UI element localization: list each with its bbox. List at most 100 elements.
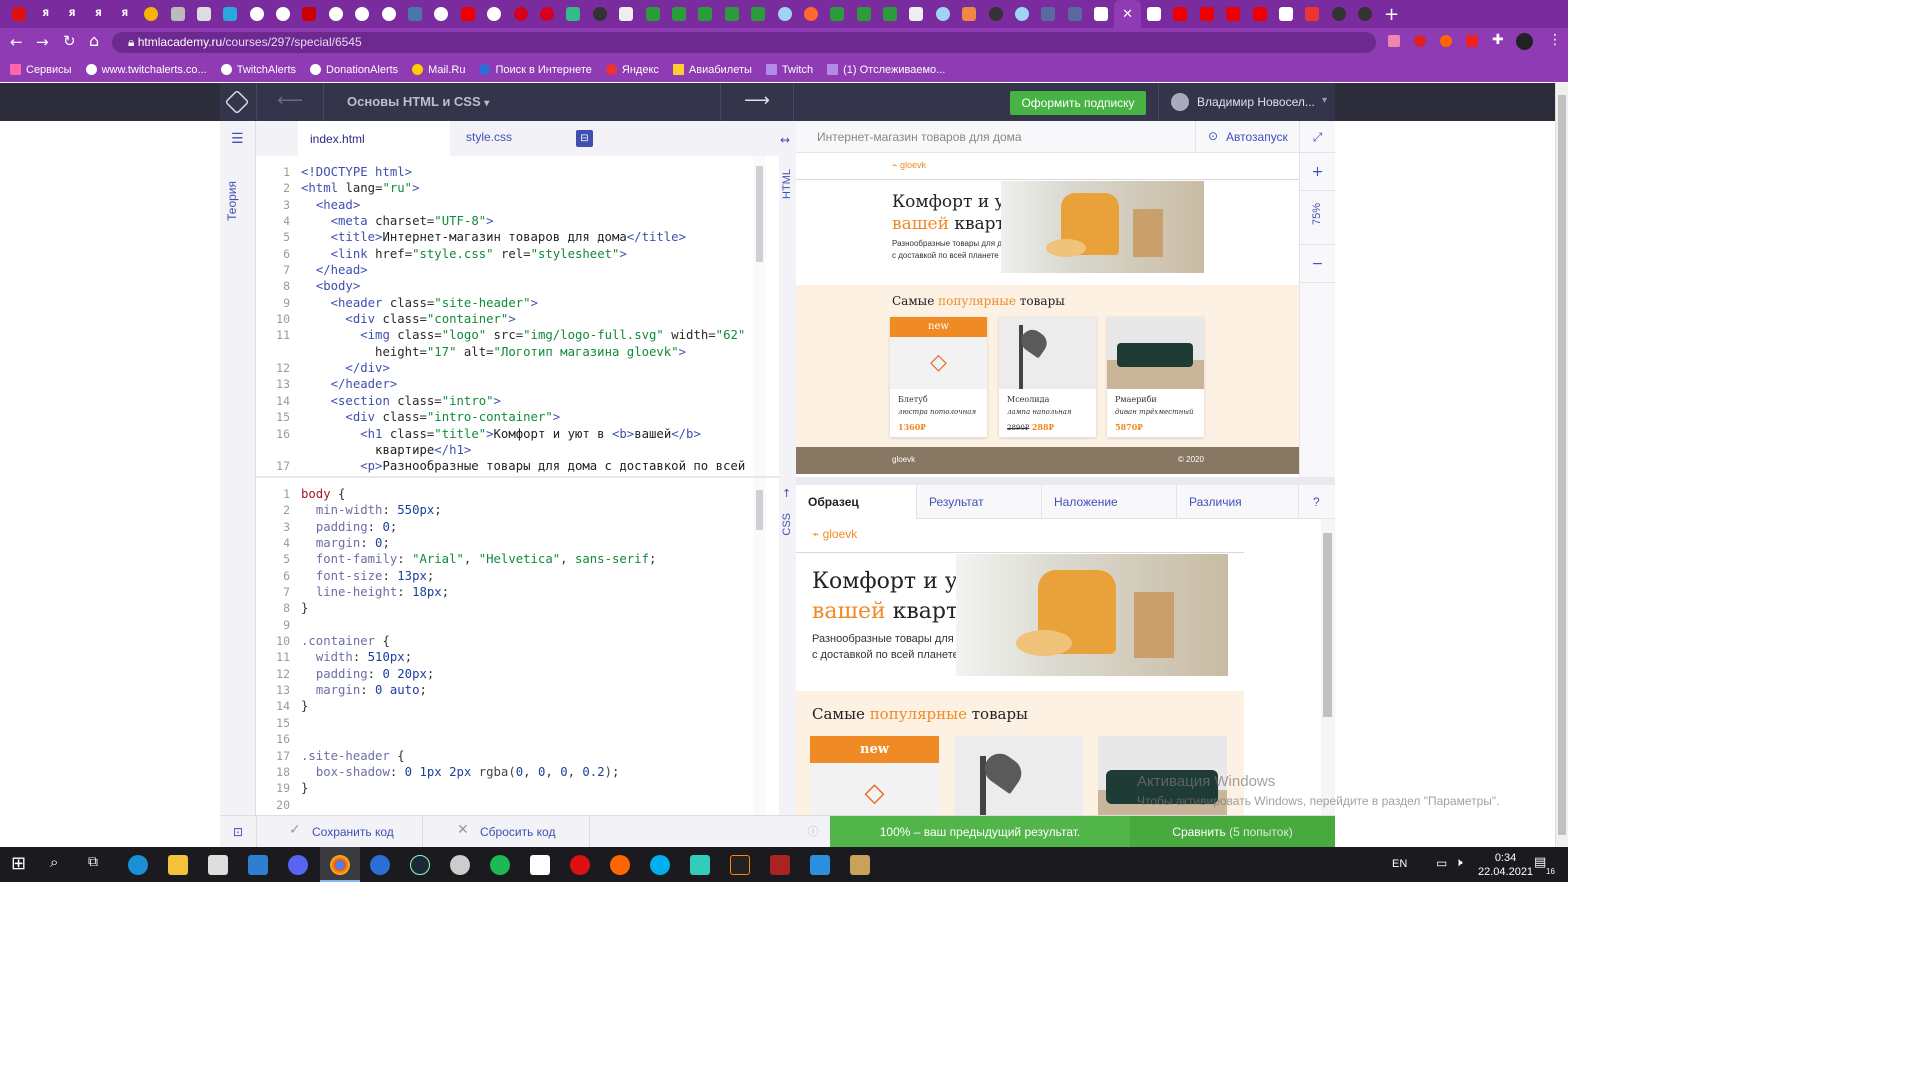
- browser-tab[interactable]: [639, 0, 665, 28]
- page-scrollbar[interactable]: [1555, 83, 1568, 847]
- file-explorer-icon[interactable]: [168, 855, 188, 875]
- app-icon[interactable]: [850, 855, 870, 875]
- swap-icon[interactable]: ↔: [780, 133, 790, 147]
- browser-tab[interactable]: [1273, 0, 1299, 28]
- browser-tab[interactable]: [323, 0, 349, 28]
- html-editor-label[interactable]: HTML: [781, 169, 793, 199]
- browser-tab[interactable]: [402, 0, 428, 28]
- extension-icon[interactable]: [1414, 35, 1426, 47]
- bookmark-item[interactable]: DonationAlerts: [310, 64, 398, 76]
- browser-tab[interactable]: [1194, 0, 1220, 28]
- bookmark-item[interactable]: www.twitchalerts.co...: [85, 64, 207, 76]
- browser-tab[interactable]: [217, 0, 243, 28]
- menu-kebab-icon[interactable]: ⋮: [1548, 32, 1562, 48]
- edge-icon[interactable]: [128, 855, 148, 875]
- opera-icon[interactable]: [570, 855, 590, 875]
- browser-tab[interactable]: [1035, 0, 1061, 28]
- bookmark-item[interactable]: TwitchAlerts: [220, 64, 296, 76]
- css-editor-scrollbar[interactable]: [753, 478, 766, 815]
- html-editor[interactable]: 1 2 3 4 5 6 7 8 9 10 11 12 13 14 15 16 17 <!DOCTYPE html…: [256, 156, 766, 476]
- html-editor-scrollbar-thumb[interactable]: [756, 166, 763, 262]
- vscode-icon[interactable]: [810, 855, 830, 875]
- bookmark-item[interactable]: Поиск в Интернете: [479, 64, 592, 76]
- url-field[interactable]: 🔒︎ htmlacademy.ru/courses/297/special/65…: [112, 32, 1376, 53]
- browser-tab[interactable]: [587, 0, 613, 28]
- browser-tab[interactable]: [798, 0, 824, 28]
- app-icon[interactable]: [770, 855, 790, 875]
- browser-tab[interactable]: [6, 0, 32, 28]
- clock[interactable]: 0:34 22.04.2021: [1478, 851, 1533, 879]
- browser-tab[interactable]: [1141, 0, 1167, 28]
- bookmark-item[interactable]: Mail.Ru: [412, 64, 465, 76]
- notifications-icon[interactable]: ▤: [1534, 855, 1546, 870]
- browser-tab-active[interactable]: ✕: [1114, 0, 1141, 28]
- restore-icon[interactable]: ❐: [1830, 0, 1875, 28]
- obs-icon[interactable]: [450, 855, 470, 875]
- extension-icon[interactable]: [1440, 35, 1452, 47]
- browser-tab[interactable]: [191, 0, 217, 28]
- browser-tab[interactable]: [692, 0, 718, 28]
- html-editor-scrollbar[interactable]: [753, 156, 766, 476]
- tab-index-html[interactable]: index.html: [298, 121, 450, 156]
- info-icon[interactable]: ⓘ: [796, 816, 830, 848]
- css-editor[interactable]: 1 2 3 4 5 6 7 8 9 10 11 12 13 14 15 16 17 18 19 20 body { m…: [256, 478, 766, 815]
- minimize-icon[interactable]: —: [1785, 0, 1830, 28]
- browser-tab[interactable]: [534, 0, 560, 28]
- app-icon[interactable]: [730, 855, 750, 875]
- browser-tab[interactable]: [771, 0, 797, 28]
- browser-tab[interactable]: [903, 0, 929, 28]
- browser-tab[interactable]: [296, 0, 322, 28]
- browser-tab[interactable]: [1246, 0, 1272, 28]
- browser-tab[interactable]: [481, 0, 507, 28]
- browser-tab[interactable]: [1352, 0, 1378, 28]
- close-tab-icon[interactable]: ✕: [1122, 7, 1133, 22]
- split-view-icon[interactable]: ⊟: [576, 130, 593, 147]
- sample-scrollbar-thumb[interactable]: [1323, 533, 1332, 717]
- browser-tab[interactable]: [455, 0, 481, 28]
- browser-tab[interactable]: [1326, 0, 1352, 28]
- browser-tab[interactable]: [1009, 0, 1035, 28]
- zoom-out-icon[interactable]: −: [1300, 245, 1335, 283]
- skype-icon[interactable]: [650, 855, 670, 875]
- browser-tab[interactable]: [613, 0, 639, 28]
- puzzle-icon[interactable]: ✚: [1492, 32, 1504, 48]
- app-icon[interactable]: [610, 855, 630, 875]
- browser-tab[interactable]: [745, 0, 771, 28]
- compare-button[interactable]: Сравнить (5 попыток): [1130, 816, 1335, 848]
- browser-tab[interactable]: [851, 0, 877, 28]
- language-indicator[interactable]: EN: [1392, 847, 1407, 882]
- app-icon[interactable]: [370, 855, 390, 875]
- browser-tab[interactable]: [164, 0, 190, 28]
- new-tab-button[interactable]: +: [1378, 0, 1404, 28]
- browser-tab[interactable]: [982, 0, 1008, 28]
- browser-tab[interactable]: Я: [59, 0, 85, 28]
- bookmark-item[interactable]: Сервисы: [10, 64, 72, 76]
- preview-divider[interactable]: [796, 477, 1335, 485]
- subscribe-button[interactable]: Оформить подписку: [1010, 91, 1146, 115]
- tab-result[interactable]: Результат: [917, 485, 1042, 519]
- expand-icon[interactable]: ⤢: [1299, 121, 1335, 153]
- page-scrollbar-thumb[interactable]: [1558, 95, 1566, 835]
- reload-icon[interactable]: ↻: [63, 32, 76, 50]
- browser-tab[interactable]: [375, 0, 401, 28]
- help-button[interactable]: ?: [1299, 485, 1335, 519]
- next-lesson-arrow-icon[interactable]: ⟶: [720, 83, 794, 121]
- browser-tab[interactable]: [824, 0, 850, 28]
- browser-tab[interactable]: [270, 0, 296, 28]
- app-icon[interactable]: [690, 855, 710, 875]
- browser-tab[interactable]: [349, 0, 375, 28]
- browser-tab[interactable]: [877, 0, 903, 28]
- bookmark-item[interactable]: Яндекс: [605, 64, 659, 76]
- forward-icon[interactable]: →: [36, 33, 49, 51]
- steam-icon[interactable]: [410, 855, 430, 875]
- css-editor-scrollbar-thumb[interactable]: [756, 490, 763, 530]
- browser-tab[interactable]: [1167, 0, 1193, 28]
- bookmark-item[interactable]: Авиабилеты: [672, 64, 752, 76]
- css-editor-label[interactable]: CSS: [781, 513, 793, 536]
- zoom-in-icon[interactable]: +: [1300, 153, 1335, 191]
- back-icon[interactable]: ←: [10, 33, 23, 51]
- bookmark-item[interactable]: Twitch: [765, 64, 813, 76]
- save-code-button[interactable]: ✓ Сохранить код: [256, 816, 423, 848]
- menu-icon[interactable]: ☰: [231, 131, 244, 147]
- profile-avatar[interactable]: [1516, 33, 1533, 50]
